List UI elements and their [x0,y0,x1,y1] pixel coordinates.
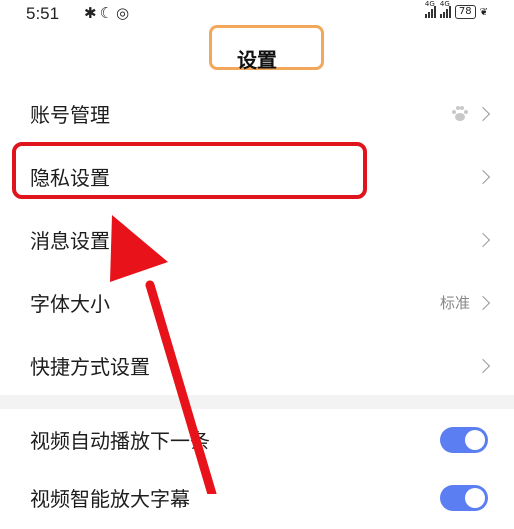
status-icons: ✱ ☾ ◎ [84,4,129,22]
battery-icon: 78 [454,5,476,19]
hotspot-icon: ◎ [116,4,130,22]
paw-icon [452,105,468,121]
settings-item-font-size[interactable]: 字体大小 标准 [0,271,514,334]
section-divider [0,395,514,409]
settings-item-account[interactable]: 账号管理 [0,82,514,145]
status-time: 5:51 [26,4,60,23]
chevron-right-icon [475,358,491,373]
leaf-icon: ❦ [479,6,488,18]
toggle-row-subtitles: 视频智能放大字幕 [0,466,514,529]
toggle-label: 视频自动播放下一条 [30,429,210,453]
settings-item-messages[interactable]: 消息设置 [0,208,514,271]
bluetooth-icon: ✱ [84,4,97,22]
settings-item-label: 字体大小 [30,292,110,316]
toggle-label: 视频智能放大字幕 [30,487,190,511]
moon-icon: ☾ [99,4,114,22]
settings-item-label: 快捷方式设置 [30,355,150,379]
subtitles-toggle[interactable] [440,484,488,511]
toggle-row-autoplay: 视频自动播放下一条 [0,408,514,471]
chevron-right-icon [475,295,491,310]
privacy-highlight-box [12,142,367,199]
page-title: 设置 [237,48,277,72]
settings-item-label: 账号管理 [30,103,110,127]
chevron-right-icon [475,106,491,121]
autoplay-toggle[interactable] [440,426,488,453]
chevron-right-icon [475,232,491,247]
signal-icon-2: 4G [439,0,451,18]
font-size-value: 标准 [439,294,470,312]
settings-item-label: 消息设置 [30,229,110,253]
status-right: 4G 4G 78 ❦ [424,0,488,19]
settings-item-shortcuts[interactable]: 快捷方式设置 [0,334,514,397]
chevron-right-icon [475,169,491,184]
signal-icon-1: 4G [424,0,436,18]
